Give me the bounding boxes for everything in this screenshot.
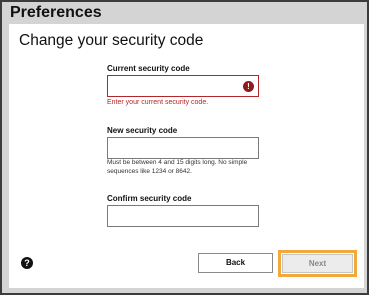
current-code-error: Enter your current security code. xyxy=(107,99,209,106)
new-code-label: New security code xyxy=(107,126,178,135)
back-button[interactable]: Back xyxy=(198,253,273,273)
security-code-dialog: Change your security code Current securi… xyxy=(9,24,364,288)
preferences-window: Preferences Change your security code Cu… xyxy=(0,0,369,295)
confirm-code-input[interactable] xyxy=(107,205,259,227)
dialog-heading: Change your security code xyxy=(19,32,204,49)
new-code-input[interactable] xyxy=(107,137,259,159)
error-icon: ! xyxy=(243,81,254,92)
new-code-help: Must be between 4 and 15 digits long. No… xyxy=(107,159,248,175)
window-title: Preferences xyxy=(10,4,102,21)
current-code-input[interactable]: ! xyxy=(107,75,259,97)
current-code-label: Current security code xyxy=(107,64,190,73)
next-button[interactable]: Next xyxy=(282,254,353,273)
help-icon[interactable]: ? xyxy=(21,257,33,269)
title-bar: Preferences xyxy=(2,2,367,24)
confirm-code-label: Confirm security code xyxy=(107,194,192,203)
